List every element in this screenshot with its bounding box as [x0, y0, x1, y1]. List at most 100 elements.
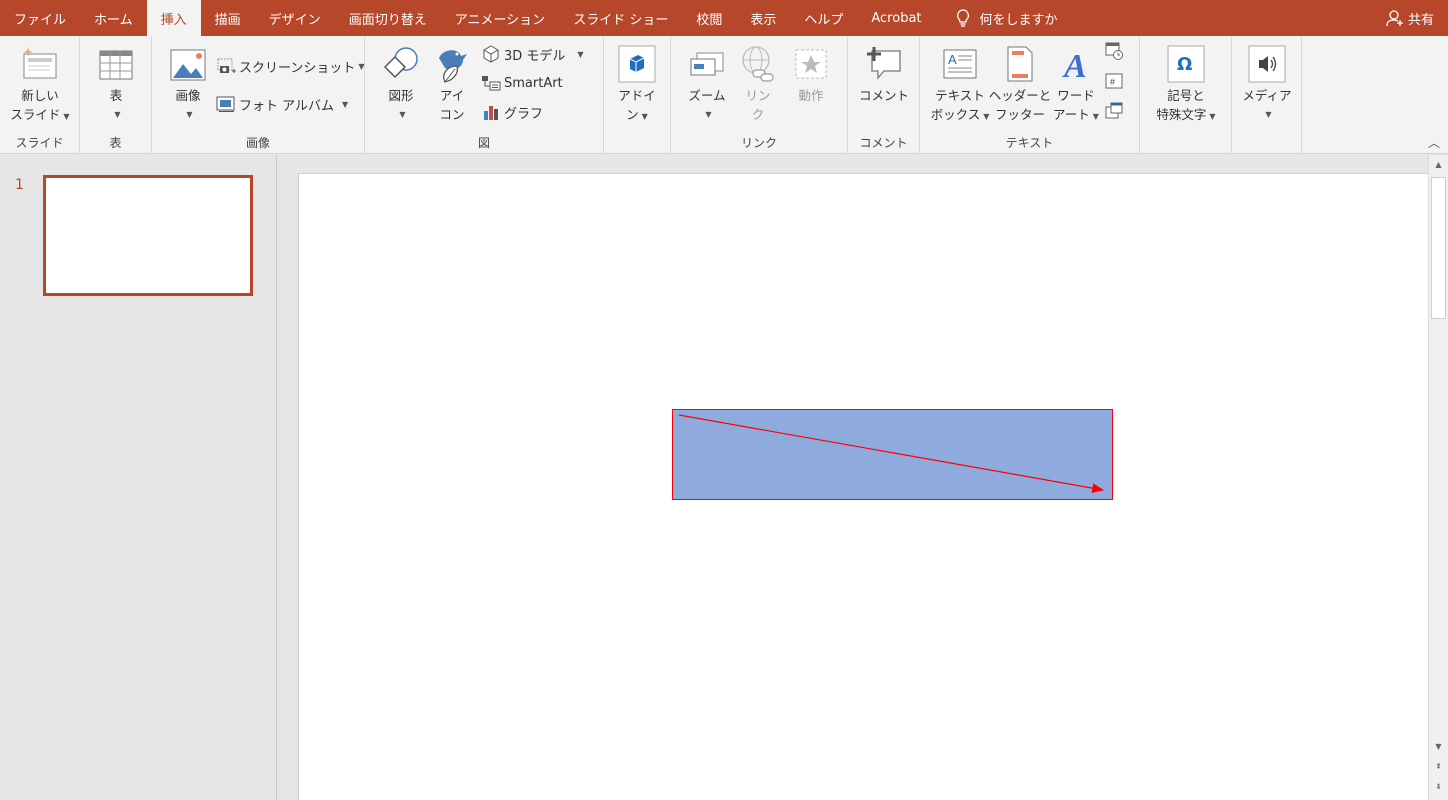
3d-models-button[interactable]: 3D モデル ▼: [481, 42, 584, 66]
svg-text:Ω: Ω: [1177, 54, 1192, 75]
chevron-down-icon: ▼: [577, 49, 584, 59]
group-label-tables: 表: [109, 136, 122, 150]
wordart-label-1: ワード: [1057, 88, 1095, 103]
header-footer-label-2: フッター: [994, 107, 1045, 122]
table-button[interactable]: 表 ▼: [96, 42, 136, 124]
group-text: A テキスト ボックス ▼ ヘッダーと フッター A ワード アート ▼ # テ…: [920, 36, 1140, 154]
slide-thumbnail-pane: 1: [0, 155, 277, 800]
tab-home[interactable]: ホーム: [80, 0, 147, 36]
new-slide-icon: [20, 42, 60, 86]
media-button[interactable]: メディア ▼: [1242, 42, 1292, 124]
chevron-down-icon: ▼: [186, 110, 193, 119]
collapse-ribbon-icon[interactable]: ︿: [1428, 134, 1440, 151]
omega-icon: Ω: [1166, 42, 1206, 86]
bar-chart-icon: [481, 102, 501, 122]
link-button[interactable]: リン ク: [737, 42, 779, 124]
slide-thumbnail[interactable]: [43, 175, 253, 296]
drag-arrow: [678, 414, 1105, 493]
object-button[interactable]: [1104, 100, 1127, 122]
tab-insert[interactable]: 挿入: [146, 0, 201, 36]
slide-number-button[interactable]: #: [1104, 70, 1127, 92]
scroll-up-icon[interactable]: ▲: [1429, 155, 1448, 173]
symbols-button[interactable]: Ω 記号と 特殊文字 ▼: [1148, 42, 1224, 126]
shapes-label: 図形: [388, 88, 414, 103]
wordart-icon: A: [1056, 42, 1096, 86]
object-icon: [1104, 101, 1124, 121]
new-slide-label-2: スライド: [10, 107, 61, 122]
tab-acrobat[interactable]: Acrobat: [857, 0, 935, 36]
chart-button[interactable]: グラフ: [481, 100, 543, 124]
icons-label-1: アイ: [439, 88, 465, 103]
media-label: メディア: [1242, 88, 1292, 103]
wordart-button[interactable]: A ワード アート ▼: [1050, 42, 1102, 126]
smartart-icon: [481, 73, 501, 93]
icons-button[interactable]: アイ コン: [431, 42, 473, 124]
previous-slide-icon[interactable]: ⇞: [1429, 757, 1448, 775]
share-button[interactable]: 共有: [1386, 0, 1434, 36]
slide-canvas[interactable]: [298, 173, 1438, 800]
chevron-down-icon: ▼: [641, 112, 648, 121]
action-button[interactable]: 動作: [787, 42, 835, 105]
chart-label: グラフ: [504, 106, 544, 122]
zoom-button[interactable]: ズーム ▼: [683, 42, 731, 124]
group-tables: 表 ▼ 表: [80, 36, 152, 154]
header-footer-icon: [1000, 42, 1040, 86]
symbols-label-2: 特殊文字: [1156, 107, 1207, 122]
rectangle-shape[interactable]: [672, 409, 1113, 500]
share-label: 共有: [1407, 12, 1434, 28]
chevron-down-icon: ▼: [1092, 112, 1099, 121]
tab-animations[interactable]: アニメーション: [441, 0, 559, 36]
shapes-button[interactable]: 図形 ▼: [379, 42, 423, 124]
tab-file[interactable]: ファイル: [0, 0, 80, 36]
addins-button[interactable]: アドイ ン ▼: [616, 42, 658, 126]
tab-slideshow[interactable]: スライド ショー: [559, 0, 682, 36]
lightbulb-icon: [956, 9, 969, 27]
comment-button[interactable]: コメント: [858, 42, 910, 105]
group-label-comments: コメント: [859, 136, 908, 150]
header-footer-button[interactable]: ヘッダーと フッター: [989, 42, 1051, 124]
tab-design[interactable]: デザイン: [255, 0, 335, 36]
screenshot-button[interactable]: スクリーンショット ▼: [216, 54, 365, 78]
scroll-down-icon[interactable]: ▼: [1429, 737, 1448, 755]
tab-review[interactable]: 校閲: [682, 0, 736, 36]
svg-text:#: #: [1110, 77, 1115, 87]
screenshot-label: スクリーンショット: [239, 60, 356, 76]
smartart-button[interactable]: SmartArt: [481, 71, 563, 95]
photo-album-button[interactable]: フォト アルバム ▼: [216, 92, 348, 116]
header-footer-label-1: ヘッダーと: [988, 88, 1052, 103]
person-icon: [1386, 10, 1403, 27]
group-links: ズーム ▼ リン ク 動作 リンク: [671, 36, 848, 154]
textbox-label-1: テキスト: [935, 88, 985, 103]
link-label-2: ク: [751, 107, 765, 122]
tab-view[interactable]: 表示: [736, 0, 790, 36]
tab-transitions[interactable]: 画面切り替え: [335, 0, 441, 36]
chevron-down-icon: ▼: [1209, 112, 1216, 121]
vertical-scrollbar[interactable]: ▲ ▼ ⇞ ⇟: [1428, 155, 1448, 800]
group-media: メディア ▼: [1232, 36, 1302, 154]
next-slide-icon[interactable]: ⇟: [1429, 777, 1448, 795]
calendar-clock-icon: [1104, 41, 1124, 61]
date-time-button[interactable]: [1104, 40, 1127, 62]
textbox-button[interactable]: A テキスト ボックス ▼: [930, 42, 990, 126]
symbols-label-1: 記号と: [1167, 88, 1205, 103]
group-label-text: テキスト: [1005, 136, 1054, 150]
cube-icon: [481, 44, 501, 64]
tab-help[interactable]: ヘルプ: [790, 0, 857, 36]
slide-number-icon: #: [1104, 71, 1124, 91]
new-slide-button[interactable]: 新しい スライド ▼: [8, 42, 72, 126]
zoom-label: ズーム: [688, 88, 726, 103]
star-action-icon: [791, 42, 831, 86]
group-symbols: Ω 記号と 特殊文字 ▼: [1140, 36, 1232, 154]
chevron-down-icon: ▼: [705, 110, 712, 119]
chevron-down-icon: ▼: [63, 112, 70, 121]
tab-draw[interactable]: 描画: [201, 0, 255, 36]
store-icon: [617, 42, 657, 86]
slide-editing-area: [278, 155, 1438, 800]
picture-button[interactable]: 画像 ▼: [168, 42, 208, 124]
tell-me-search[interactable]: 何をしますか: [956, 9, 1058, 28]
scroll-thumb[interactable]: [1431, 177, 1446, 319]
comment-label: コメント: [858, 88, 909, 103]
menu-bar: ファイル ホーム 挿入 描画 デザイン 画面切り替え アニメーション スライド …: [0, 0, 1448, 36]
group-label-links: リンク: [740, 136, 777, 150]
group-label-slides: スライド: [15, 136, 64, 150]
